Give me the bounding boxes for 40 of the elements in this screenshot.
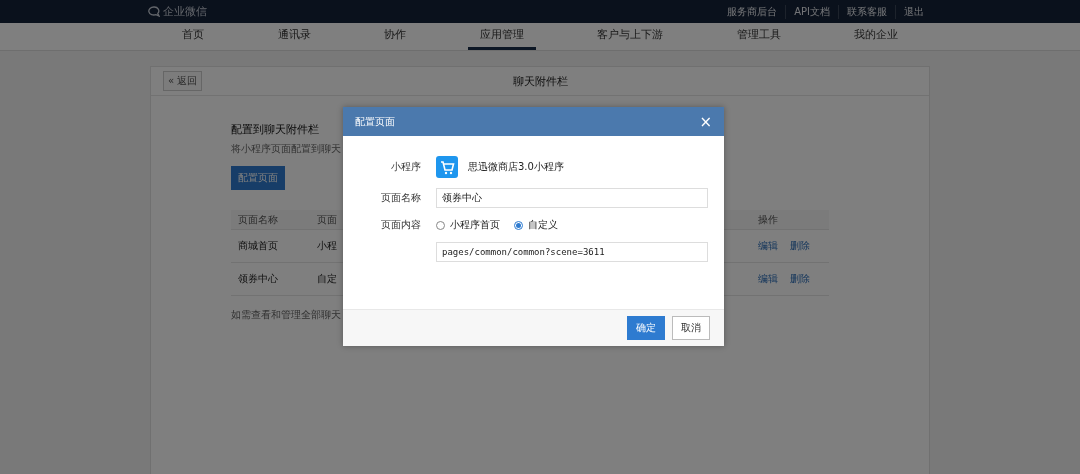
nav-tab[interactable]: 我的企业	[842, 23, 910, 50]
back-button[interactable]: « 返回	[163, 71, 203, 91]
mini-program-name: 思迅微商店3.0小程序	[468, 160, 564, 174]
dialog-title: 配置页面	[355, 114, 395, 129]
nav-tab[interactable]: 首页	[170, 23, 216, 50]
table-cell: 商城首页	[231, 229, 310, 263]
column-header: 页面名称	[231, 210, 310, 230]
confirm-button[interactable]: 确定	[627, 316, 665, 340]
top-link[interactable]: API文档	[785, 4, 838, 19]
radio-label[interactable]: 小程序首页	[450, 218, 500, 232]
field-label: 页面内容	[380, 218, 421, 232]
action-link[interactable]: 删除	[790, 239, 810, 251]
page-path-field[interactable]: pages/common/common?scene=3611	[436, 242, 708, 262]
chat-bubble-icon	[148, 6, 160, 17]
field-label: 页面名称	[380, 191, 421, 205]
action-link[interactable]: 删除	[790, 272, 810, 284]
footer-note: 如需查看和管理全部聊天	[231, 308, 341, 322]
top-link[interactable]: 联系客服	[838, 4, 895, 19]
column-header: 操作	[751, 210, 829, 230]
nav-tab[interactable]: 协作	[372, 23, 418, 50]
table-cell: 领券中心	[231, 262, 310, 296]
action-link[interactable]: 编辑	[758, 239, 778, 251]
nav-tab[interactable]: 管理工具	[724, 23, 793, 50]
radio-label[interactable]: 自定义	[528, 218, 558, 232]
cancel-button[interactable]: 取消	[672, 316, 710, 340]
cart-icon	[436, 156, 458, 178]
field-label: 小程序	[390, 160, 421, 174]
nav-tab[interactable]: 客户与上下游	[585, 23, 675, 50]
top-link[interactable]: 退出	[895, 4, 932, 19]
close-button[interactable]: ×	[699, 112, 712, 131]
section-description: 将小程序页面配置到聊天	[231, 142, 341, 156]
logo-text: 企业微信	[163, 4, 207, 19]
nav-tab[interactable]: 应用管理	[467, 23, 536, 50]
section-title: 配置到聊天附件栏	[231, 122, 319, 137]
action-link[interactable]: 编辑	[758, 272, 778, 284]
page-title: 聊天附件栏	[512, 73, 568, 89]
configure-page-button[interactable]: 配置页面	[231, 166, 285, 190]
page-name-field[interactable]: 领券中心	[436, 188, 708, 208]
top-link[interactable]: 服务商后台	[719, 4, 786, 19]
nav-tab[interactable]: 通讯录	[265, 23, 323, 50]
